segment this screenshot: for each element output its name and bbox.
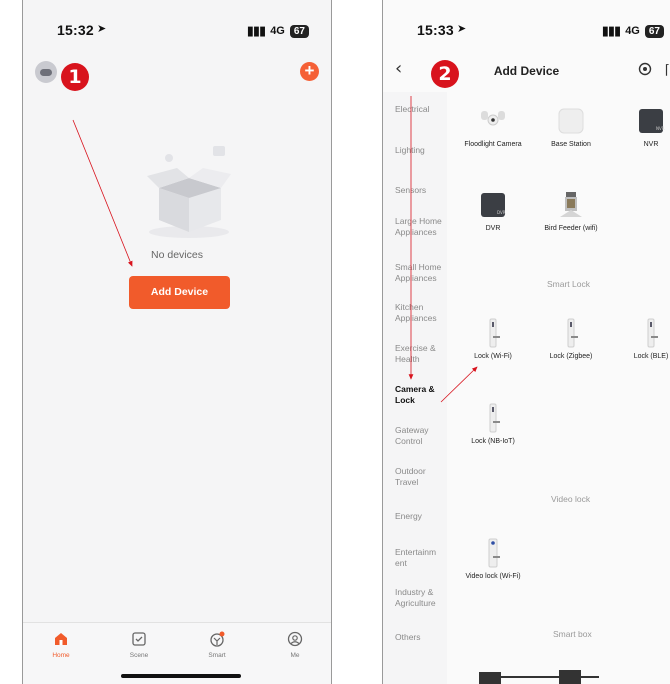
category-small-home-appliances[interactable]: Small Home Appliances	[395, 262, 447, 283]
battery-level: 67	[644, 24, 664, 38]
network-type: 4G	[625, 25, 640, 37]
tab-label: Me	[290, 652, 300, 659]
empty-state-text: No devices	[151, 249, 203, 261]
nvr-icon: NVR	[639, 109, 665, 133]
add-device-screen: 15:33 ➤ ▮▮▮ 4G 67 ‹ 2 Add Device ⌈ Elect…	[382, 0, 670, 684]
empty-box-icon	[147, 146, 231, 238]
signal-icon: ▮▮▮	[601, 23, 621, 38]
category-industry-agriculture[interactable]: Industry & Agriculture	[395, 587, 447, 608]
status-bar: 15:33 ➤ ▮▮▮ 4G 67	[383, 22, 670, 42]
lock-zigbee-icon	[567, 318, 578, 348]
more-icon[interactable]: ⌈	[665, 62, 670, 78]
section-smart-box: Smart box	[553, 629, 592, 639]
network-type: 4G	[270, 25, 285, 37]
home-screen: 15:32 ➤ ▮▮▮ 4G 67 1 + No devices Add Dev…	[22, 0, 332, 684]
device-base-station[interactable]: Base Station	[541, 106, 601, 149]
tab-label: Scene	[129, 652, 149, 659]
location-arrow-icon: ➤	[97, 23, 107, 35]
smart-icon	[210, 631, 225, 647]
category-electrical[interactable]: Electrical	[395, 104, 451, 115]
tab-label: Smart	[208, 652, 226, 659]
add-device-button[interactable]: Add Device	[129, 276, 230, 309]
device-label: Floodlight Camera	[464, 141, 522, 148]
scene-icon	[132, 632, 146, 646]
status-time: 15:33	[417, 22, 454, 38]
svg-text:DVR: DVR	[497, 210, 506, 215]
dvr-icon: DVR	[481, 193, 506, 217]
category-large-home-appliances[interactable]: Large Home Appliances	[395, 216, 445, 237]
smart-box-preview	[479, 670, 599, 684]
signal-icon: ▮▮▮	[246, 23, 266, 38]
video-lock-icon	[488, 538, 500, 568]
tab-me[interactable]: Me	[265, 631, 325, 659]
category-others[interactable]: Others	[395, 632, 451, 643]
device-label: NVR	[643, 141, 659, 148]
device-lock-nbiot[interactable]: Lock (NB-IoT)	[463, 403, 523, 446]
scan-icon[interactable]	[638, 62, 652, 76]
device-lock-zigbee[interactable]: Lock (Zigbee)	[541, 318, 601, 361]
category-sensors[interactable]: Sensors	[395, 185, 451, 196]
device-nvr[interactable]: NVR NVR	[621, 106, 670, 149]
category-camera-lock[interactable]: Camera & Lock	[395, 384, 445, 405]
device-label: DVR	[485, 225, 501, 232]
device-bird-feeder[interactable]: Bird Feeder (wifi)	[541, 190, 601, 233]
section-video-lock: Video lock	[551, 494, 591, 504]
svg-text:NVR: NVR	[656, 126, 665, 131]
avatar[interactable]	[35, 61, 57, 83]
category-lighting[interactable]: Lighting	[395, 145, 451, 156]
home-indicator	[121, 674, 241, 678]
category-exercise-health[interactable]: Exercise & Health	[395, 343, 445, 364]
device-label: Lock (BLE)	[633, 353, 669, 360]
tab-smart[interactable]: Smart	[187, 631, 247, 659]
device-label: Lock (NB-IoT)	[471, 438, 515, 445]
step-badge: 1	[61, 63, 89, 91]
bird-feeder-icon	[560, 192, 582, 217]
category-gateway-control[interactable]: Gateway Control	[395, 425, 445, 446]
lock-wifi-icon	[489, 318, 500, 348]
floodlight-camera-icon	[481, 111, 505, 126]
category-outdoor-travel[interactable]: Outdoor Travel	[395, 466, 441, 487]
tab-scene[interactable]: Scene	[109, 631, 169, 659]
page-title: Add Device	[493, 64, 560, 78]
category-kitchen-appliances[interactable]: Kitchen Appliances	[395, 302, 445, 323]
category-entertainment[interactable]: Entertainm ent	[395, 547, 443, 568]
base-station-icon	[558, 108, 584, 134]
device-label: Lock (Zigbee)	[549, 353, 593, 360]
status-time: 15:32	[57, 22, 94, 38]
device-dvr[interactable]: DVR DVR	[463, 190, 523, 233]
battery-level: 67	[289, 24, 309, 38]
device-lock-ble[interactable]: Lock (BLE)	[621, 318, 670, 361]
category-sidebar: Electrical Lighting Sensors Large Home A…	[383, 92, 447, 684]
device-label: Bird Feeder (wifi)	[544, 225, 598, 232]
device-label: Lock (Wi-Fi)	[474, 353, 512, 360]
device-video-lock[interactable]: Video lock (Wi-Fi)	[463, 538, 523, 581]
home-icon	[55, 633, 67, 645]
status-bar: 15:32 ➤ ▮▮▮ 4G 67	[23, 22, 331, 42]
device-label: Video lock (Wi-Fi)	[465, 573, 521, 580]
section-smart-lock: Smart Lock	[547, 279, 590, 289]
device-lock-wifi[interactable]: Lock (Wi-Fi)	[463, 318, 523, 361]
tab-home[interactable]: Home	[31, 631, 91, 659]
category-energy[interactable]: Energy	[395, 511, 451, 522]
location-arrow-icon: ➤	[457, 23, 467, 35]
tab-label: Home	[52, 652, 70, 659]
add-icon[interactable]: +	[300, 62, 319, 81]
device-label: Base Station	[551, 141, 591, 148]
lock-ble-icon	[647, 318, 658, 348]
device-floodlight-camera[interactable]: Floodlight Camera	[463, 106, 523, 149]
me-icon	[287, 631, 303, 647]
tab-bar: Home Scene Smart Me	[23, 622, 331, 684]
lock-nbiot-icon	[489, 403, 500, 433]
